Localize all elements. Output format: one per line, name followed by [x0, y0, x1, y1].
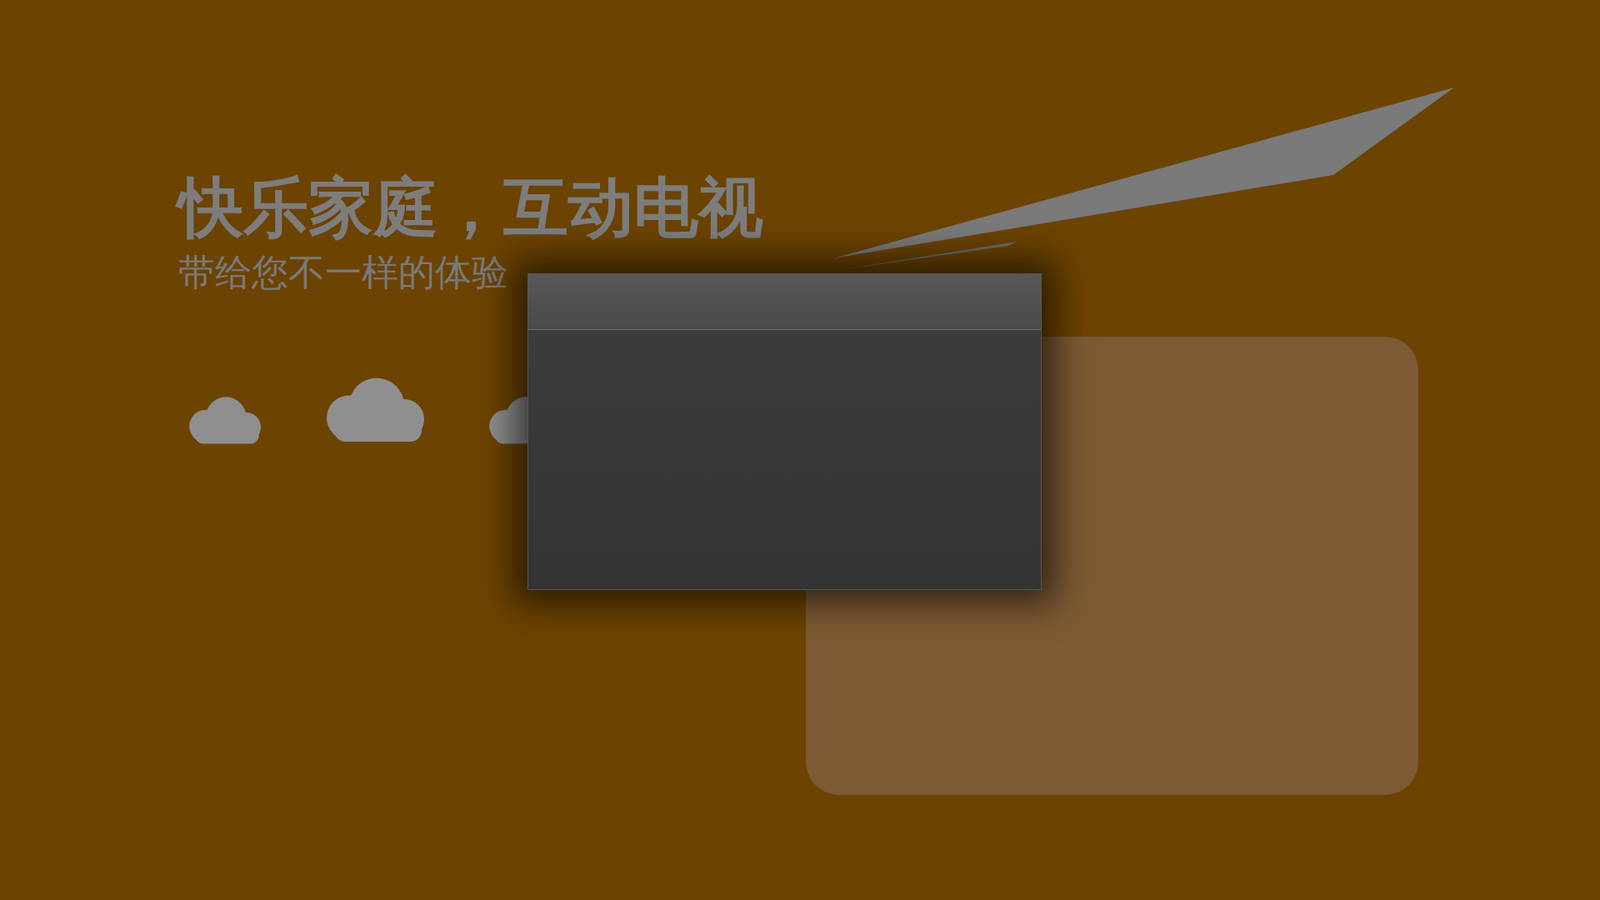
dialog-header: [528, 274, 1041, 330]
paper-plane-icon: [833, 83, 1459, 275]
cloud-large-icon: [311, 374, 437, 450]
launcher-screen: 快乐家庭，互动电视带给您不一样的体验: [0, 0, 1600, 900]
dialog-body: [528, 330, 1041, 590]
cloud-group: [311, 374, 437, 450]
dialog: [527, 273, 1042, 590]
banner-title: 快乐家庭，互动电视: [178, 170, 795, 246]
cloud-small-icon: [178, 394, 270, 450]
